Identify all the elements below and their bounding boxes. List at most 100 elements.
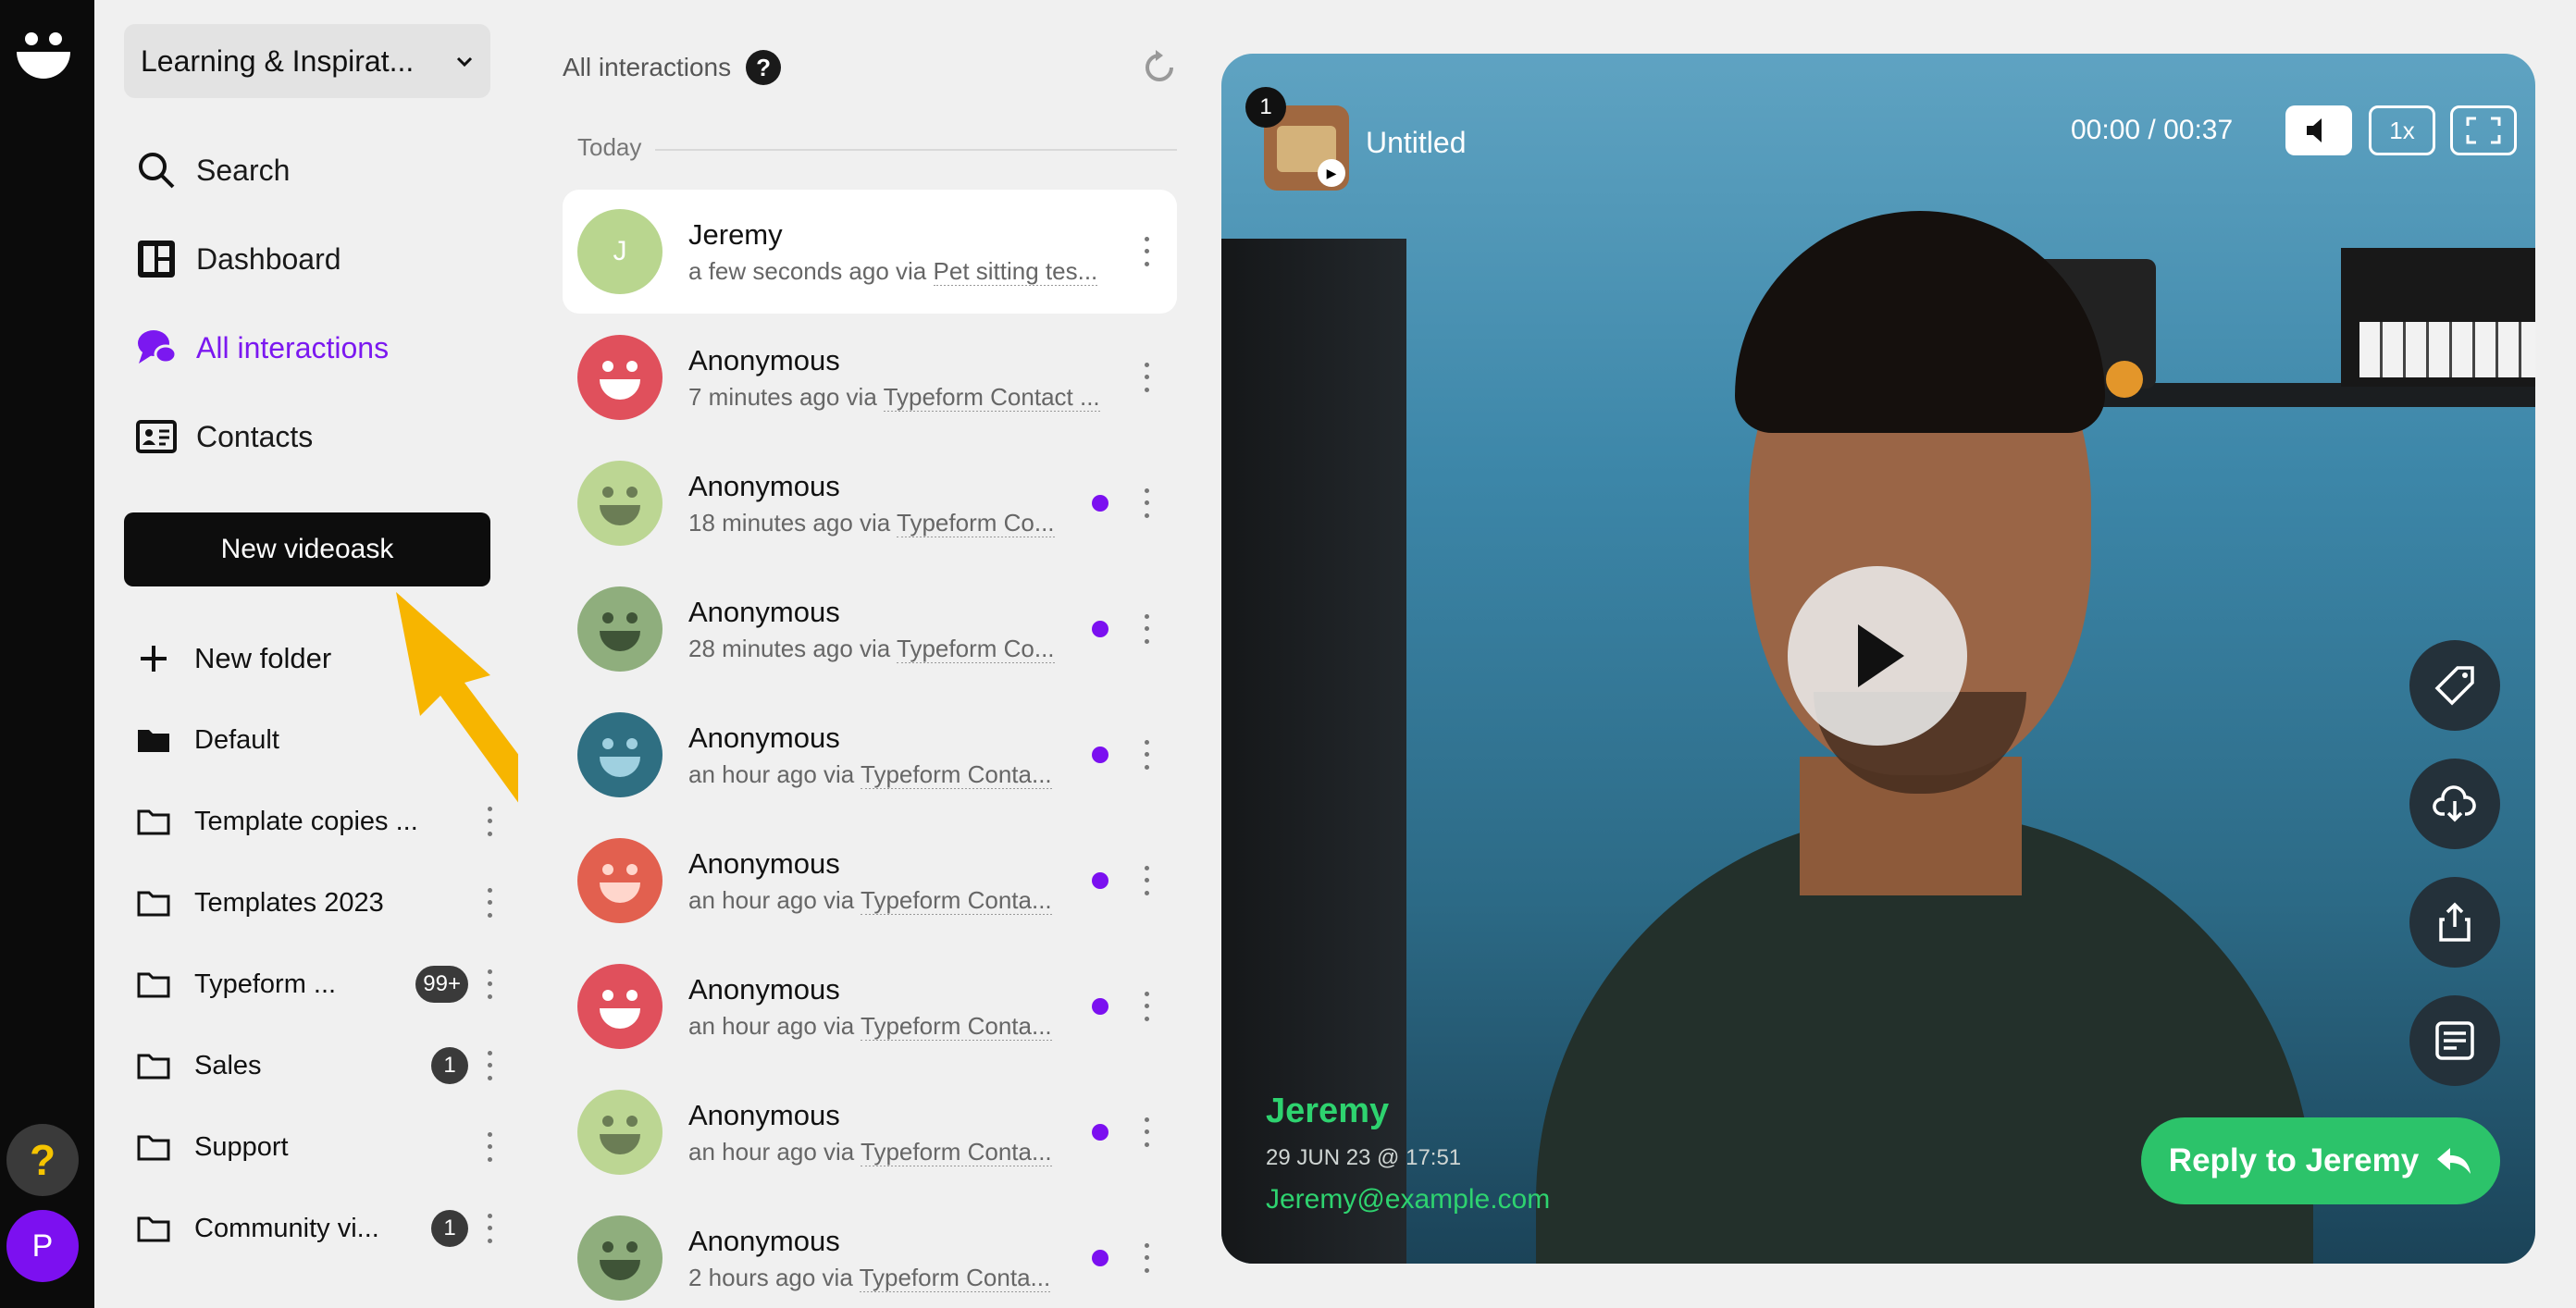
folder-icon (137, 891, 170, 917)
item-time: a few seconds ago via (688, 256, 927, 285)
nav-contacts-label: Contacts (196, 419, 314, 453)
unread-dot (1092, 747, 1108, 763)
transcript-button[interactable] (2409, 995, 2500, 1086)
folder-label: Sales (194, 1050, 262, 1080)
folder-menu-icon[interactable] (485, 1047, 494, 1084)
play-button[interactable] (1788, 566, 1967, 746)
item-menu-icon[interactable] (1142, 359, 1151, 396)
item-time: 18 minutes ago via (688, 508, 891, 537)
step-count-badge: 1 (1245, 87, 1286, 128)
help-button[interactable]: ? (6, 1124, 79, 1196)
nav-contacts[interactable]: Contacts (135, 415, 313, 458)
fullscreen-button[interactable] (2450, 105, 2517, 155)
folder-menu-icon[interactable] (485, 884, 494, 921)
folder-item-support[interactable]: Support (135, 1119, 505, 1175)
item-source-link[interactable]: Typeform Co... (897, 634, 1055, 663)
chat-bubbles-icon (138, 330, 178, 364)
item-menu-icon[interactable] (1142, 233, 1151, 270)
item-menu-icon[interactable] (1142, 1240, 1151, 1277)
user-avatar-button[interactable]: P (6, 1210, 79, 1282)
nav-search[interactable]: Search (135, 149, 290, 191)
share-button[interactable] (2409, 877, 2500, 968)
item-source-link[interactable]: Typeform Contact ... (883, 382, 1100, 412)
fullscreen-icon (2466, 117, 2501, 144)
folder-menu-icon[interactable] (485, 966, 494, 1003)
refresh-icon[interactable] (1140, 48, 1179, 87)
folder-label: Templates 2023 (194, 887, 384, 918)
folder-menu-icon[interactable] (485, 1129, 494, 1166)
folder-icon (137, 809, 170, 835)
list-item[interactable]: Anonymous an hour ago via Typeform Conta… (563, 1070, 1177, 1194)
item-source-link[interactable]: Typeform Conta... (861, 759, 1052, 789)
list-item[interactable]: J Jeremy a few seconds ago via Pet sitti… (563, 190, 1177, 314)
plus-icon (141, 646, 167, 672)
item-source-link[interactable]: Typeform Conta... (861, 885, 1052, 915)
item-menu-icon[interactable] (1142, 611, 1151, 648)
interaction-list: All interactions ? Today J Jeremy a few … (518, 0, 1194, 1308)
unread-count-badge: 1 (431, 1047, 468, 1084)
item-source-link[interactable]: Typeform Conta... (861, 1137, 1052, 1166)
folder-item-community[interactable]: Community vi... 1 (135, 1201, 505, 1256)
unread-dot (1092, 998, 1108, 1015)
unread-count-badge: 1 (431, 1210, 468, 1247)
download-button[interactable] (2409, 759, 2500, 849)
contact-name: Anonymous (688, 1098, 840, 1131)
play-icon (1858, 624, 1904, 687)
contact-email[interactable]: Jeremy@example.com (1266, 1184, 1550, 1215)
contact-name-overlay: Jeremy (1266, 1092, 1390, 1130)
item-source-link[interactable]: Typeform Conta... (861, 1011, 1052, 1041)
reply-label: Reply to Jeremy (2168, 1142, 2420, 1178)
folder-label: Typeform ... (194, 969, 337, 999)
playback-time: 00:00 / 00:37 (2071, 115, 2234, 145)
reply-button[interactable]: Reply to Jeremy (2141, 1117, 2500, 1204)
item-time: an hour ago via (688, 885, 855, 914)
item-menu-icon[interactable] (1142, 1114, 1151, 1151)
folder-icon (137, 1054, 170, 1080)
list-item[interactable]: Anonymous 28 minutes ago via Typeform Co… (563, 567, 1177, 691)
folder-menu-icon[interactable] (485, 1210, 494, 1247)
list-item[interactable]: Anonymous 2 hours ago via Typeform Conta… (563, 1196, 1177, 1308)
video-player[interactable]: ▶ 1 Untitled 00:00 / 00:37 1x Jeremy 29 … (1221, 54, 2535, 1264)
transcript-icon (2435, 1021, 2474, 1060)
nav-dashboard[interactable]: Dashboard (135, 238, 341, 280)
item-source-link[interactable]: Typeform Co... (897, 508, 1055, 537)
item-source-link[interactable]: Typeform Conta... (859, 1263, 1051, 1292)
item-menu-icon[interactable] (1142, 485, 1151, 522)
folder-item-templates-2023[interactable]: Templates 2023 (135, 875, 505, 931)
speaker-icon (2307, 118, 2322, 142)
folder-item-typeform[interactable]: Typeform ... 99+ (135, 956, 505, 1012)
folder-icon (137, 1216, 170, 1242)
list-item[interactable]: Anonymous 7 minutes ago via Typeform Con… (563, 315, 1177, 439)
videoask-logo-icon[interactable] (15, 30, 72, 83)
item-menu-icon[interactable] (1142, 862, 1151, 899)
mute-button[interactable] (2285, 105, 2352, 155)
reply-arrow-icon (2437, 1148, 2471, 1174)
list-item[interactable]: Anonymous an hour ago via Typeform Conta… (563, 693, 1177, 817)
share-icon (2439, 902, 2471, 942)
workspace-selector[interactable]: Learning & Inspirat... (124, 24, 490, 98)
unread-dot (1092, 1124, 1108, 1141)
item-menu-icon[interactable] (1142, 736, 1151, 773)
contact-name: Anonymous (688, 721, 840, 754)
list-item[interactable]: Anonymous an hour ago via Typeform Conta… (563, 944, 1177, 1068)
item-time: 2 hours ago via (688, 1263, 853, 1291)
tag-icon (2434, 666, 2474, 706)
item-time: an hour ago via (688, 1137, 855, 1166)
speed-button[interactable]: 1x (2369, 105, 2435, 155)
item-menu-icon[interactable] (1142, 988, 1151, 1025)
new-videoask-button[interactable]: New videoask (124, 512, 490, 586)
play-small-icon: ▶ (1318, 159, 1345, 187)
section-label: Today (577, 133, 642, 161)
anonymous-smiley-avatar-icon (577, 1215, 663, 1301)
nav-all-interactions[interactable]: All interactions (135, 327, 389, 369)
help-icon[interactable]: ? (746, 50, 782, 85)
contact-name: Anonymous (688, 846, 840, 880)
tag-button[interactable] (2409, 640, 2500, 731)
folder-item-sales[interactable]: Sales 1 (135, 1038, 505, 1093)
anonymous-smiley-avatar-icon (577, 964, 663, 1049)
list-item[interactable]: Anonymous 18 minutes ago via Typeform Co… (563, 441, 1177, 565)
list-item[interactable]: Anonymous an hour ago via Typeform Conta… (563, 819, 1177, 943)
contact-name: Jeremy (688, 217, 783, 251)
item-source-link[interactable]: Pet sitting tes... (933, 256, 1098, 286)
unread-count-badge: 99+ (415, 966, 468, 1003)
